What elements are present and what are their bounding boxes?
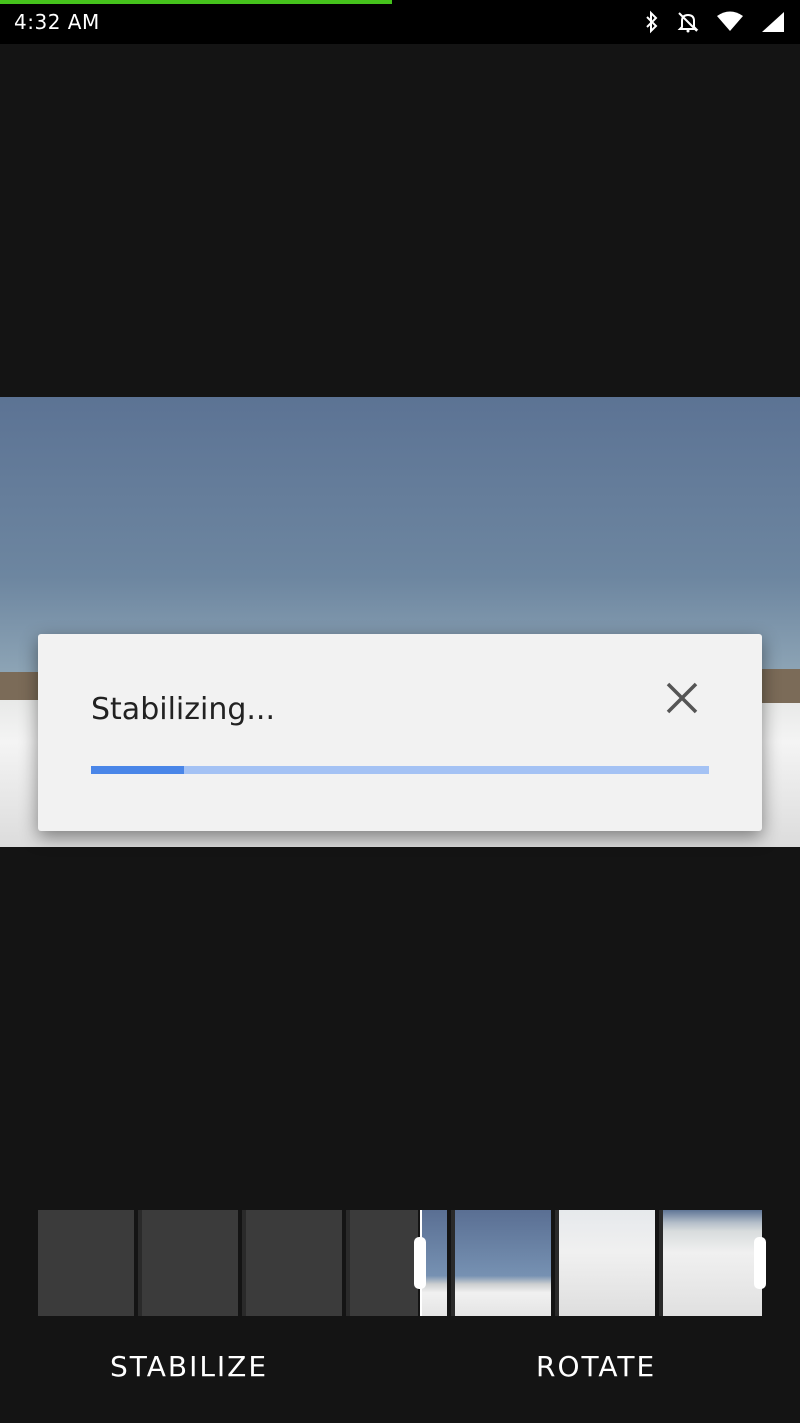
building-left	[0, 672, 40, 700]
rotate-button[interactable]: ROTATE	[536, 1350, 656, 1383]
filmstrip-thumb	[559, 1210, 659, 1316]
filmstrip-thumb	[422, 1210, 451, 1316]
building-right	[760, 669, 800, 703]
filmstrip-thumb	[663, 1210, 762, 1316]
trim-start-handle[interactable]	[414, 1237, 426, 1289]
status-icons	[644, 10, 786, 34]
progress-bar	[91, 766, 709, 774]
filmstrip-thumb	[142, 1210, 242, 1316]
progress-fill	[91, 766, 184, 774]
trim-end-handle[interactable]	[754, 1237, 766, 1289]
filmstrip-thumb	[455, 1210, 555, 1316]
video-filmstrip[interactable]	[38, 1210, 766, 1316]
close-icon[interactable]	[662, 678, 702, 718]
stabilize-button[interactable]: STABILIZE	[110, 1350, 268, 1383]
status-time: 4:32 AM	[14, 10, 100, 34]
filmstrip-thumb	[350, 1210, 422, 1316]
do-not-disturb-icon	[676, 10, 700, 34]
dialog-title: Stabilizing...	[91, 692, 275, 727]
filmstrip-thumb	[38, 1210, 138, 1316]
loading-indicator	[0, 0, 392, 4]
wifi-icon	[716, 11, 744, 33]
bluetooth-icon	[644, 10, 660, 34]
signal-icon	[760, 11, 786, 33]
stabilizing-dialog: Stabilizing...	[38, 634, 762, 831]
status-bar: 4:32 AM	[0, 0, 800, 44]
filmstrip-thumb	[246, 1210, 346, 1316]
